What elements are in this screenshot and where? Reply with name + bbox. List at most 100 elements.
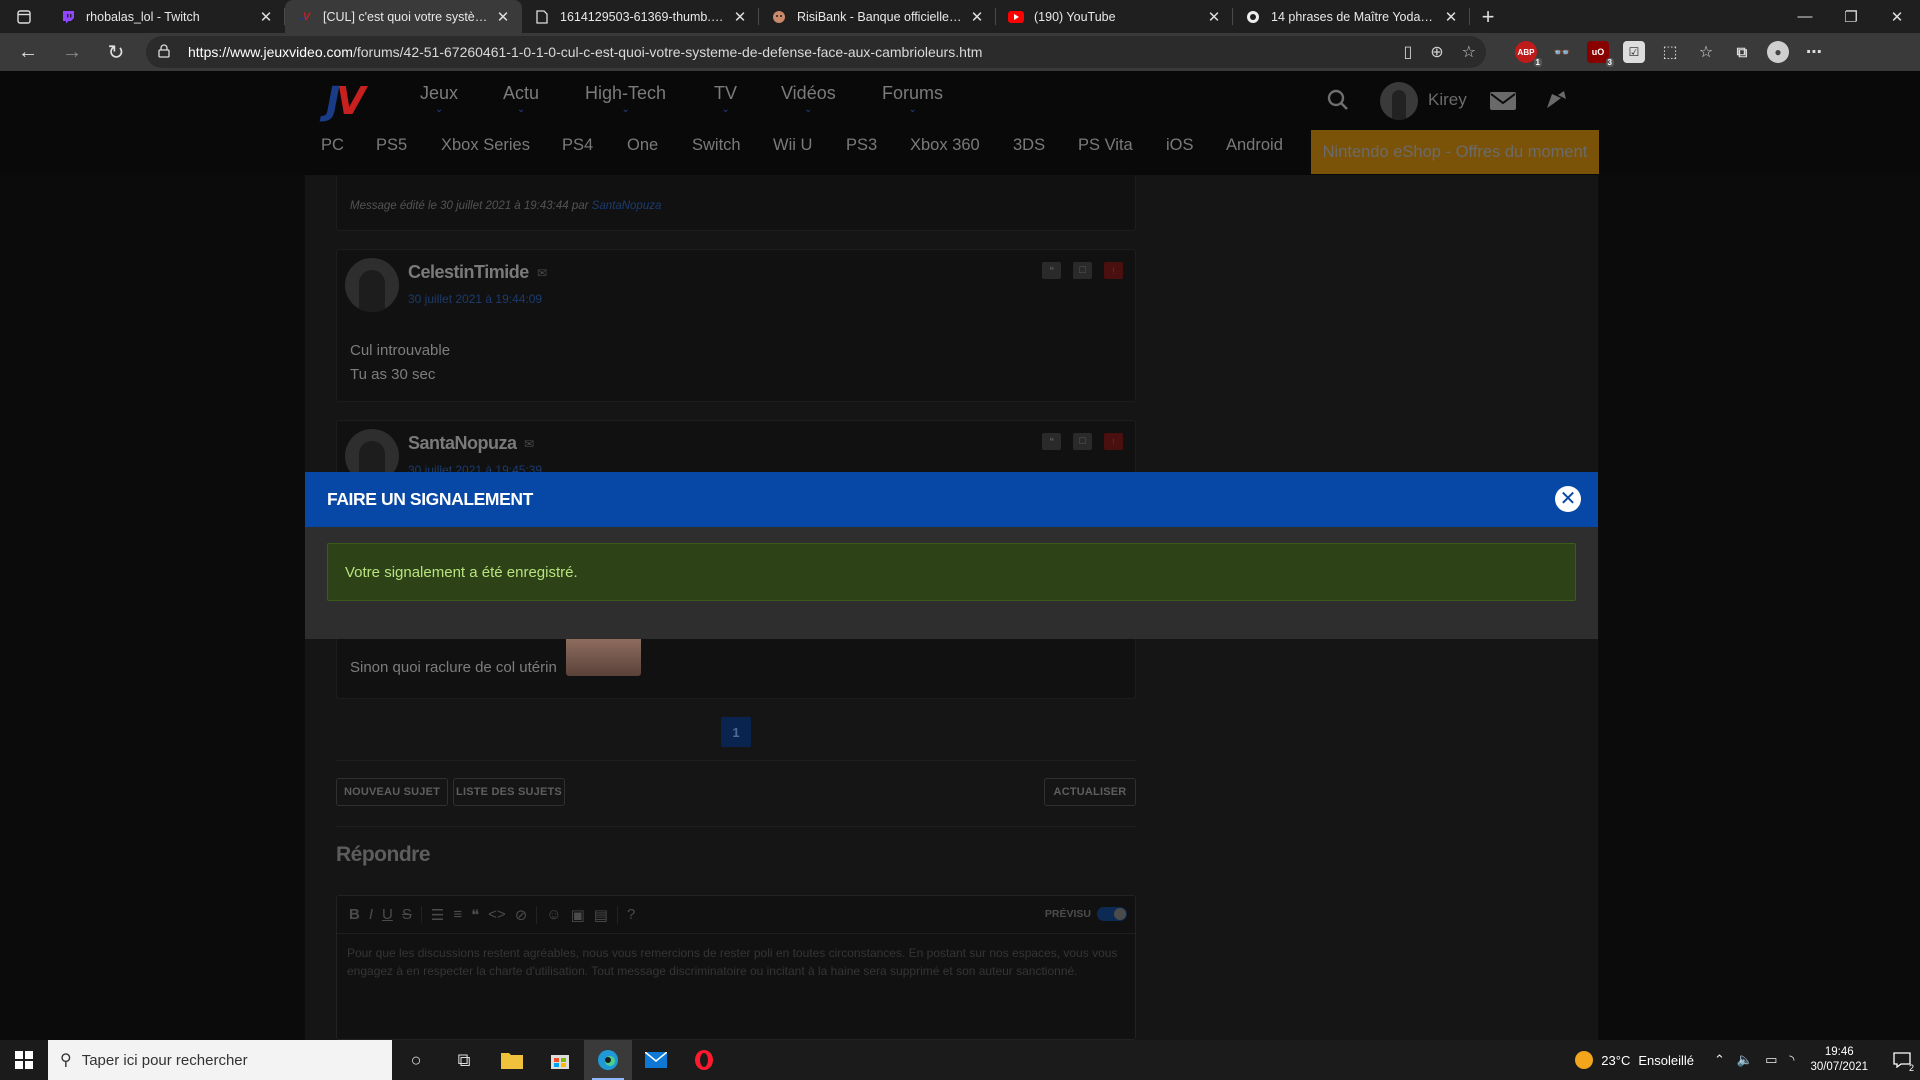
minimize-icon[interactable]: — [1782,0,1828,33]
quote-icon[interactable]: ❝ [1042,433,1061,450]
profile-avatar[interactable]: ● [1767,41,1789,63]
subnav-xbox-360[interactable]: Xbox 360 [910,136,980,155]
browser-tab[interactable]: RisiBank - Banque officielle des s ✕ [759,0,996,33]
username[interactable]: Kirey [1428,90,1467,110]
browser-tab[interactable]: (190) YouTube ✕ [996,0,1233,33]
subnav-xbox-series[interactable]: Xbox Series [441,136,530,155]
tab-close-icon[interactable]: ✕ [257,8,275,26]
volume-icon[interactable]: 🔈 [1737,1052,1753,1068]
bold-icon[interactable]: B [349,906,360,923]
restore-icon[interactable]: ❐ [1828,0,1874,33]
smiley-icon[interactable]: ☺ [546,906,561,924]
tab-actions-icon[interactable] [0,0,48,33]
opera-icon[interactable] [680,1040,728,1080]
mail-icon[interactable]: ✉ [537,266,547,280]
tab-close-icon[interactable]: ✕ [1442,8,1460,26]
bullet-list-icon[interactable]: ☰ [431,906,444,924]
subnav-ps4[interactable]: PS4 [562,136,593,155]
report-icon[interactable]: ! [1104,433,1123,450]
nav-forums[interactable]: Forums ⌄ [882,83,943,116]
post-date[interactable]: 30 juillet 2021 à 19:44:09 [408,292,542,306]
nav-videos[interactable]: Vidéos ⌄ [781,83,836,116]
strikethrough-icon[interactable]: S [402,906,412,923]
subnav-3ds[interactable]: 3DS [1013,136,1045,155]
quote-icon[interactable]: ❝ [471,906,479,924]
lock-icon[interactable] [158,43,174,61]
mp-icon[interactable]: ☐ [1073,433,1092,450]
toggle-switch[interactable] [1097,907,1127,921]
nav-jeux[interactable]: Jeux ⌄ [420,83,458,116]
mp-icon[interactable]: ☐ [1073,262,1092,279]
puzzle-extensions-icon[interactable]: ⬚ [1659,41,1681,63]
notification-bell-icon[interactable] [1544,90,1568,117]
checkbox-extension-icon[interactable]: ☑ [1623,41,1645,63]
weather-widget[interactable]: 23°C Ensoleillé [1575,1051,1694,1069]
subnav-ps5[interactable]: PS5 [376,136,407,155]
new-topic-button[interactable]: NOUVEAU SUJET [336,778,448,806]
subnav-ps-vita[interactable]: PS Vita [1078,136,1133,155]
browser-tab[interactable]: 14 phrases de Maître Yoda pour ✕ [1233,0,1470,33]
taskbar-search[interactable]: ⚲ Taper ici pour rechercher [48,1040,392,1080]
browser-tab[interactable]: rhobalas_lol - Twitch ✕ [48,0,285,33]
mail-icon[interactable] [1490,92,1516,115]
battery-icon[interactable]: ▭ [1765,1052,1777,1068]
help-icon[interactable]: ? [627,906,635,923]
quote-icon[interactable]: ❝ [1042,262,1061,279]
code-icon[interactable]: <> [488,906,506,924]
search-icon[interactable] [1327,89,1349,116]
file-explorer-icon[interactable] [488,1040,536,1080]
cortana-icon[interactable]: ○ [392,1040,440,1080]
close-icon[interactable]: ✕ [1555,486,1581,512]
eshop-promo-link[interactable]: Nintendo eShop - Offres du moment [1311,130,1599,174]
subnav-one[interactable]: One [627,136,658,155]
mail-app-icon[interactable] [632,1040,680,1080]
jv-logo[interactable]: JV [326,79,366,123]
browser-tab[interactable]: 1614129503-61369-thumb.png ( ✕ [522,0,759,33]
browser-tab-active[interactable]: JV [CUL] c'est quoi votre système de déf… [285,0,522,33]
tab-close-icon[interactable]: ✕ [731,8,749,26]
user-avatar[interactable] [1380,82,1418,120]
reply-textarea[interactable]: Pour que les discussions restent agréabl… [337,934,1135,990]
favorite-star-icon[interactable]: ☆ [1462,42,1476,62]
page-1-button[interactable]: 1 [721,717,751,747]
zoom-icon[interactable]: ⊕ [1430,42,1443,62]
collections-icon[interactable]: ⧉ [1731,41,1753,63]
favorites-icon[interactable]: ☆ [1695,41,1717,63]
tab-close-icon[interactable]: ✕ [968,8,986,26]
tab-close-icon[interactable]: ✕ [1205,8,1223,26]
more-menu-icon[interactable]: ⋯ [1803,41,1825,63]
subnav-ps3[interactable]: PS3 [846,136,877,155]
post-author[interactable]: CelestinTimide [408,262,529,283]
post-author[interactable]: SantaNopuza [408,433,517,454]
wifi-icon[interactable]: ◝ [1789,1052,1794,1068]
tab-close-icon[interactable]: ✕ [494,8,512,26]
nav-actu[interactable]: Actu ⌄ [503,83,539,116]
close-window-icon[interactable]: ✕ [1874,0,1920,33]
subnav-wii-u[interactable]: Wii U [773,136,812,155]
reload-icon[interactable]: ↻ [94,33,138,71]
numbered-list-icon[interactable]: ≡ [453,906,462,924]
new-tab-button[interactable]: + [1470,0,1506,33]
windows-start-icon[interactable] [0,1040,48,1080]
italic-icon[interactable]: I [369,906,373,923]
notification-center-icon[interactable]: 2 [1884,1040,1920,1080]
address-bar[interactable]: https://www.jeuxvideo.com/forums/42-51-6… [146,36,1486,68]
store-icon[interactable] [536,1040,584,1080]
subnav-android[interactable]: Android [1226,136,1283,155]
topic-list-button[interactable]: LISTE DES SUJETS [453,778,565,806]
forward-arrow-icon[interactable]: → [50,33,94,71]
ublock-icon[interactable]: uO 3 [1587,41,1614,67]
image-icon[interactable]: ▣ [571,906,585,924]
subnav-pc[interactable]: PC [321,136,344,155]
task-view-icon[interactable]: ⧉ [440,1040,488,1080]
reader-view-icon[interactable]: ▯ [1403,42,1412,62]
refresh-button[interactable]: ACTUALISER [1044,778,1136,806]
preview-toggle[interactable]: PRÉVISU [1045,907,1127,921]
edit-author-link[interactable]: SantaNopuza [592,200,662,212]
underline-icon[interactable]: U [382,906,393,923]
edge-icon[interactable] [584,1040,632,1080]
back-arrow-icon[interactable]: ← [6,33,50,71]
mail-icon[interactable]: ✉ [524,437,534,451]
clock[interactable]: 19:46 30/07/2021 [1810,1045,1868,1075]
subnav-ios[interactable]: iOS [1166,136,1194,155]
